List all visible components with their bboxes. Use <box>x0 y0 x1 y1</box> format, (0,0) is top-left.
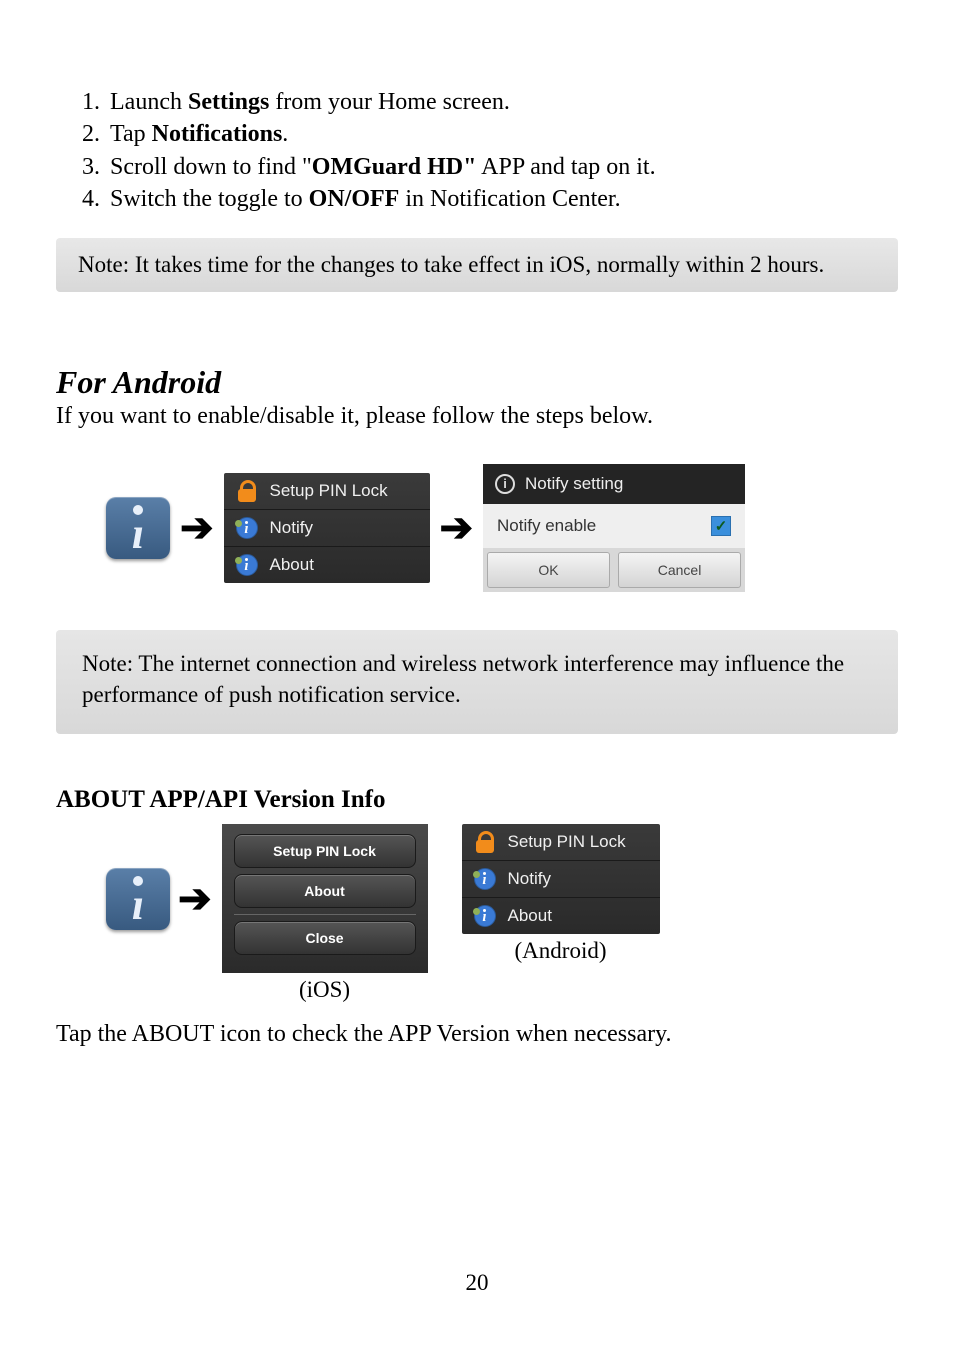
notify-enable-checkbox[interactable]: ✓ <box>711 516 731 536</box>
menu-label: About <box>270 555 314 575</box>
info-icon[interactable]: ı <box>106 868 170 930</box>
info-icon: i <box>495 474 515 494</box>
menu-item-about[interactable]: ı About <box>224 547 430 583</box>
arrow-icon: ➔ <box>178 875 212 922</box>
menu-item-setup-pin[interactable]: Setup PIN Lock <box>462 824 660 861</box>
arrow-icon: ➔ <box>440 504 474 551</box>
menu-item-setup-pin[interactable]: Setup PIN Lock <box>224 473 430 510</box>
dialog-header: i Notify setting <box>483 464 745 504</box>
menu-label: Setup PIN Lock <box>270 481 388 501</box>
info-icon[interactable]: ı <box>106 497 170 559</box>
ios-setup-pin-button[interactable]: Setup PIN Lock <box>234 834 416 868</box>
step-2: Tap Notifications. <box>106 118 898 150</box>
arrow-icon: ➔ <box>180 504 214 551</box>
android-popup-menu: Setup PIN Lock ı Notify ı About <box>462 824 660 934</box>
info-icon: ı <box>236 517 258 539</box>
lock-icon <box>474 831 496 853</box>
divider <box>234 914 416 915</box>
dialog-title: Notify setting <box>525 474 623 494</box>
ok-button[interactable]: OK <box>487 552 610 588</box>
lock-icon <box>236 480 258 502</box>
dialog-buttons: OK Cancel <box>483 548 745 592</box>
note-network: Note: The internet connection and wirele… <box>56 630 898 734</box>
ios-close-button[interactable]: Close <box>234 921 416 955</box>
dialog-body: Notify enable ✓ <box>483 504 745 548</box>
menu-item-notify[interactable]: ı Notify <box>224 510 430 547</box>
cancel-button[interactable]: Cancel <box>618 552 741 588</box>
menu-item-notify[interactable]: ı Notify <box>462 861 660 898</box>
ios-steps-list: Launch Settings from your Home screen. T… <box>82 86 898 216</box>
android-heading: For Android <box>56 364 898 401</box>
menu-label: About <box>508 906 552 926</box>
android-subtext: If you want to enable/disable it, please… <box>56 403 898 430</box>
menu-label: Notify <box>270 518 313 538</box>
notify-dialog: i Notify setting Notify enable ✓ OK Canc… <box>483 464 745 592</box>
ios-action-sheet: Setup PIN Lock About Close <box>222 824 428 973</box>
info-icon: ı <box>474 905 496 927</box>
menu-item-about[interactable]: ı About <box>462 898 660 934</box>
info-icon: ı <box>236 554 258 576</box>
step-4: Switch the toggle to ON/OFF in Notificat… <box>106 183 898 215</box>
ios-about-button[interactable]: About <box>234 874 416 908</box>
android-notify-figure: ı ➔ Setup PIN Lock ı Notify ı About ➔ i … <box>106 464 898 592</box>
step-3: Scroll down to find "OMGuard HD" APP and… <box>106 151 898 183</box>
menu-label: Notify <box>508 869 551 889</box>
page-number: 20 <box>0 1270 954 1296</box>
step-1: Launch Settings from your Home screen. <box>106 86 898 118</box>
menu-label: Setup PIN Lock <box>508 832 626 852</box>
android-label: (Android) <box>515 938 607 964</box>
about-instruction: Tap the ABOUT icon to check the APP Vers… <box>56 1021 898 1048</box>
about-figure: ı ➔ Setup PIN Lock About Close (iOS) Set… <box>106 824 898 1003</box>
android-popup-menu: Setup PIN Lock ı Notify ı About <box>224 473 430 583</box>
ios-label: (iOS) <box>299 977 350 1003</box>
note-ios-delay: Note: It takes time for the changes to t… <box>56 238 898 292</box>
about-heading: ABOUT APP/API Version Info <box>56 786 898 814</box>
info-icon: ı <box>474 868 496 890</box>
notify-enable-label: Notify enable <box>497 516 596 536</box>
